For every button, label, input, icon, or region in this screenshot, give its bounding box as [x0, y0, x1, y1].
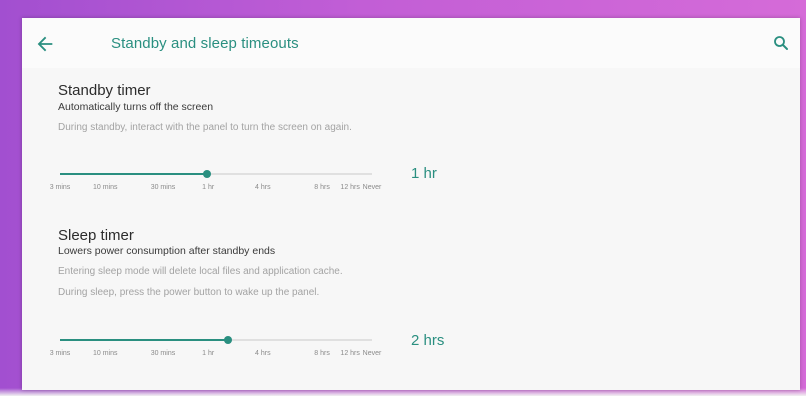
tick-label: 4 hrs: [255, 350, 271, 357]
tick-label: 8 hrs: [314, 350, 330, 357]
sleep-title: Sleep timer: [58, 227, 134, 244]
tick-label: 12 hrs: [340, 184, 360, 191]
top-app-bar: Standby and sleep timeouts: [22, 18, 800, 69]
standby-title: Standby timer: [58, 82, 151, 99]
standby-slider-thumb[interactable]: [202, 170, 211, 178]
standby-subtitle: Automatically turns off the screen: [58, 101, 214, 113]
standby-slider-fill: [60, 173, 207, 175]
sleep-subtitle: Lowers power consumption after standby e…: [58, 245, 276, 257]
page-title: Standby and sleep timeouts: [111, 35, 299, 52]
standby-tick-labels: 3 mins 10 mins 30 mins 1 hr 4 hrs 8 hrs …: [50, 184, 382, 194]
sleep-slider[interactable]: [60, 336, 372, 344]
settings-content: Standby timer Automatically turns off th…: [22, 68, 800, 390]
tick-label: 12 hrs: [340, 350, 360, 357]
tick-label: 8 hrs: [314, 184, 330, 191]
standby-slider[interactable]: [60, 170, 372, 178]
settings-screen: Standby and sleep timeouts Standby timer…: [22, 18, 800, 390]
sleep-slider-fill: [60, 339, 229, 341]
tick-label: Never: [362, 350, 382, 357]
search-icon[interactable]: [772, 34, 790, 52]
tick-label: 1 hr: [202, 350, 215, 357]
tick-label: 10 mins: [92, 350, 118, 357]
tick-label: 30 mins: [150, 350, 176, 357]
tick-label: 1 hr: [202, 184, 215, 191]
sleep-description: Entering sleep mode will delete local fi…: [58, 266, 343, 277]
arrow-left-icon[interactable]: [34, 33, 56, 55]
tick-label: 3 mins: [49, 350, 71, 357]
tick-label: 30 mins: [150, 184, 176, 191]
tick-label: 4 hrs: [255, 184, 271, 191]
tick-label: 10 mins: [92, 184, 118, 191]
standby-description: During standby, interact with the panel …: [58, 122, 352, 133]
sleep-value: 2 hrs: [411, 332, 445, 349]
tick-label: 3 mins: [49, 184, 71, 191]
standby-value: 1 hr: [411, 165, 437, 182]
tick-label: Never: [362, 184, 382, 191]
sleep-tick-labels: 3 mins 10 mins 30 mins 1 hr 4 hrs 8 hrs …: [50, 350, 382, 360]
sleep-wake-description: During sleep, press the power button to …: [58, 287, 320, 298]
sleep-slider-thumb[interactable]: [224, 336, 233, 344]
